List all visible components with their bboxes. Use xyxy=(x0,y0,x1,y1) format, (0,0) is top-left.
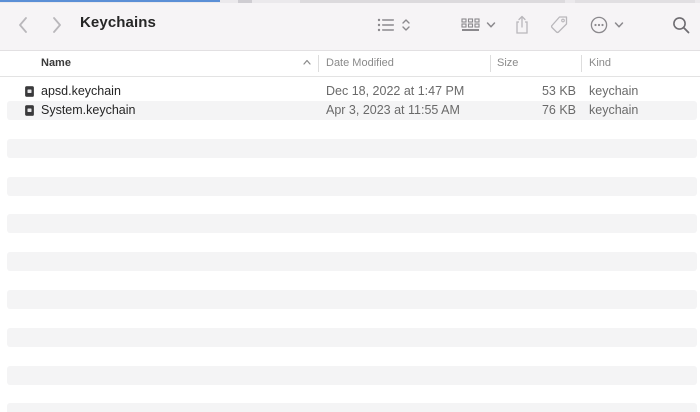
column-header-name[interactable]: Name xyxy=(41,51,71,76)
view-options-button[interactable] xyxy=(374,14,414,36)
forward-button[interactable] xyxy=(48,15,66,35)
share-button[interactable] xyxy=(512,13,532,37)
file-date-modified: Apr 3, 2023 at 11:55 AM xyxy=(326,103,460,117)
file-date-modified: Dec 18, 2022 at 1:47 PM xyxy=(326,84,465,98)
file-kind: keychain xyxy=(589,84,639,98)
forward-icon xyxy=(53,17,61,33)
tag-icon xyxy=(550,16,568,34)
file-kind: keychain xyxy=(589,103,639,117)
search-icon xyxy=(673,17,690,34)
back-icon xyxy=(19,17,27,33)
file-row-system-keychain[interactable]: System.keychain Apr 3, 2023 at 11:55 AM … xyxy=(7,101,697,120)
empty-row-stripe xyxy=(7,139,697,158)
column-divider[interactable] xyxy=(490,55,491,72)
file-name: apsd.keychain xyxy=(41,84,121,98)
column-header-bar: Name Date Modified Size Kind xyxy=(0,51,700,77)
finder-window: Keychains Name Date Modified Size Kind a… xyxy=(0,0,700,412)
file-size: 53 KB xyxy=(541,84,576,98)
list-view-icon xyxy=(377,18,394,32)
file-name: System.keychain xyxy=(41,103,136,117)
sort-updown-icon xyxy=(402,19,410,31)
chevron-down-icon xyxy=(614,22,624,28)
tag-button[interactable] xyxy=(548,14,570,36)
sort-ascending-icon[interactable] xyxy=(302,57,312,67)
file-size: 76 KB xyxy=(541,103,576,117)
group-button[interactable] xyxy=(459,14,497,36)
toolbar: Keychains xyxy=(0,0,700,51)
empty-row-stripe xyxy=(7,328,697,347)
window-top-edge xyxy=(0,0,700,3)
column-header-kind[interactable]: Kind xyxy=(589,51,611,76)
back-button[interactable] xyxy=(14,15,32,35)
chevron-down-icon xyxy=(486,22,495,28)
empty-row-stripe xyxy=(7,214,697,233)
empty-row-stripe xyxy=(7,252,697,271)
empty-row-stripe xyxy=(7,366,697,385)
grid-group-icon xyxy=(460,18,480,31)
column-divider[interactable] xyxy=(318,55,319,72)
more-actions-button[interactable] xyxy=(589,14,625,36)
share-icon xyxy=(516,15,528,34)
column-divider[interactable] xyxy=(581,55,582,72)
empty-row-stripe xyxy=(7,290,697,309)
keychain-file-icon xyxy=(25,86,34,97)
window-title: Keychains xyxy=(80,14,156,31)
file-row-apsd-keychain[interactable]: apsd.keychain Dec 18, 2022 at 1:47 PM 53… xyxy=(7,82,697,101)
empty-row-stripe xyxy=(7,403,697,412)
column-header-date-modified[interactable]: Date Modified xyxy=(326,51,394,76)
column-header-size[interactable]: Size xyxy=(497,51,518,76)
keychain-file-icon xyxy=(25,105,34,116)
empty-row-stripe xyxy=(7,177,697,196)
search-button[interactable] xyxy=(670,14,692,36)
more-icon xyxy=(590,16,608,34)
